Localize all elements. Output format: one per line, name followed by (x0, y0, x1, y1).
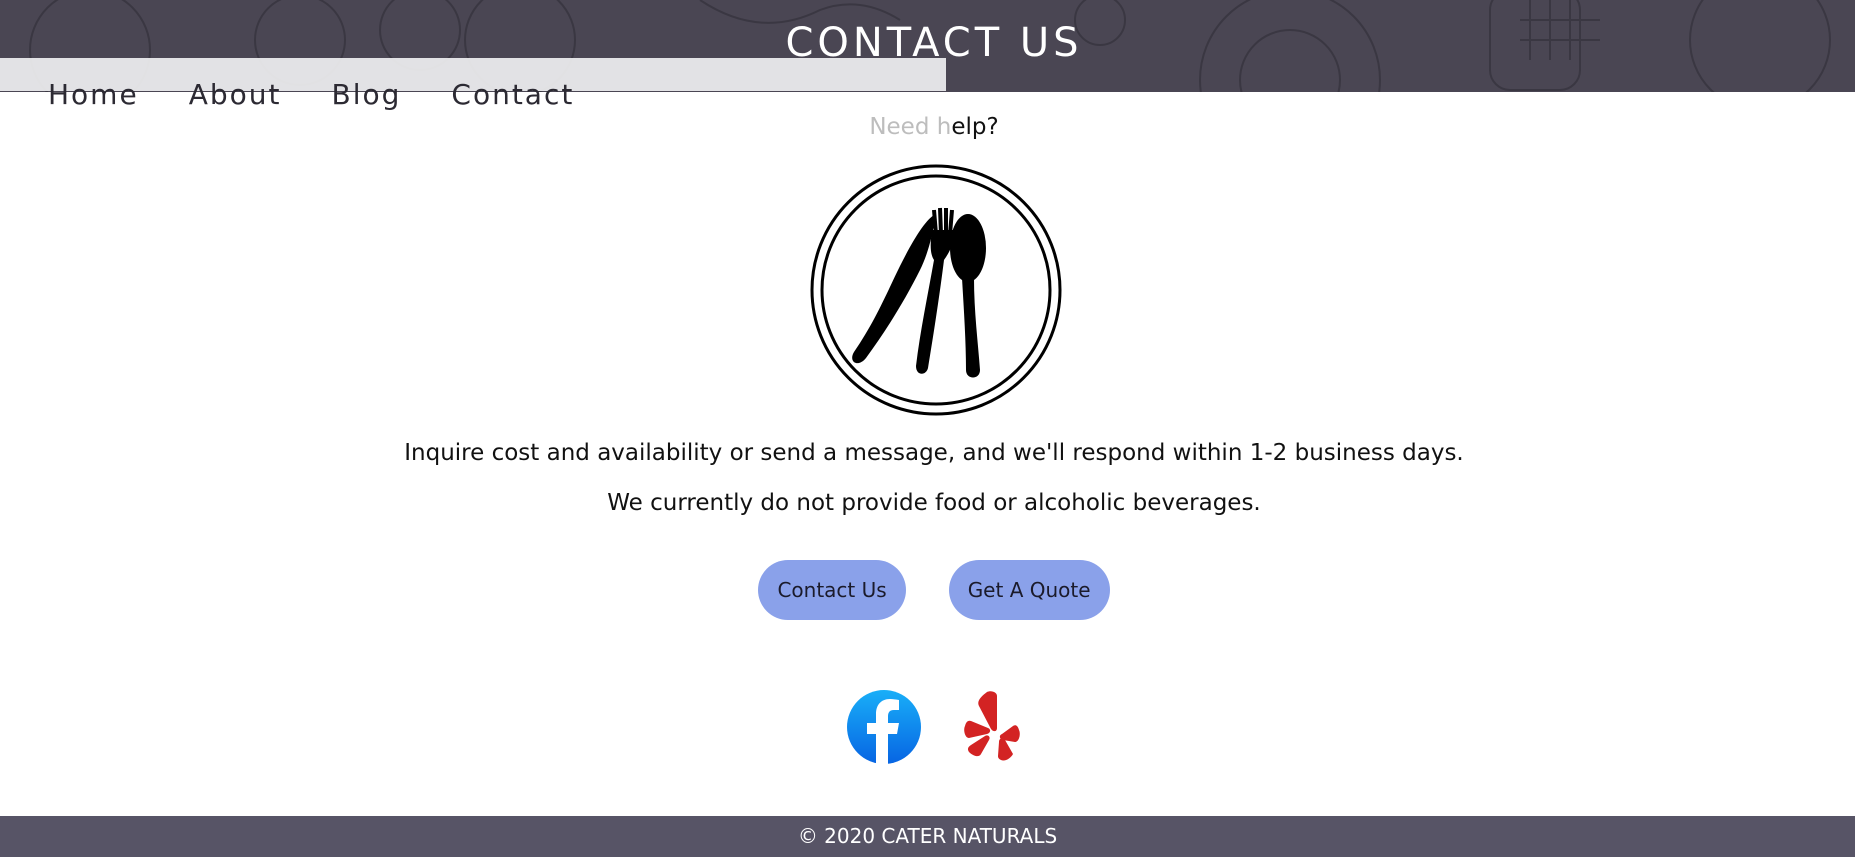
get-a-quote-button[interactable]: Get A Quote (948, 560, 1110, 620)
facebook-icon[interactable] (847, 690, 921, 768)
action-buttons: Contact Us Get A Quote (0, 560, 1855, 620)
social-links (0, 690, 1855, 768)
need-help-faded-text: Need h (869, 114, 952, 140)
contact-us-button[interactable]: Contact Us (758, 560, 906, 620)
main-nav: Home About Blog Contact (48, 78, 574, 111)
need-help-text: elp? (951, 114, 999, 140)
no-food-notice: We currently do not provide food or alco… (607, 490, 1261, 516)
nav-contact[interactable]: Contact (451, 78, 574, 111)
utensils-plate-icon (810, 164, 1062, 416)
nav-about[interactable]: About (189, 78, 282, 111)
footer: © 2020 CATER NATURALS (0, 816, 1855, 857)
need-help-heading: Need help? (0, 114, 1855, 140)
yelp-icon[interactable] (961, 690, 1021, 768)
nav-blog[interactable]: Blog (331, 78, 401, 111)
inquiry-text: Inquire cost and availability or send a … (404, 440, 1464, 466)
nav-home[interactable]: Home (48, 78, 139, 111)
copyright-text: © 2020 CATER NATURALS (797, 824, 1058, 848)
contact-page: CONTACT US Home About Blog Contact Need … (0, 0, 1855, 857)
